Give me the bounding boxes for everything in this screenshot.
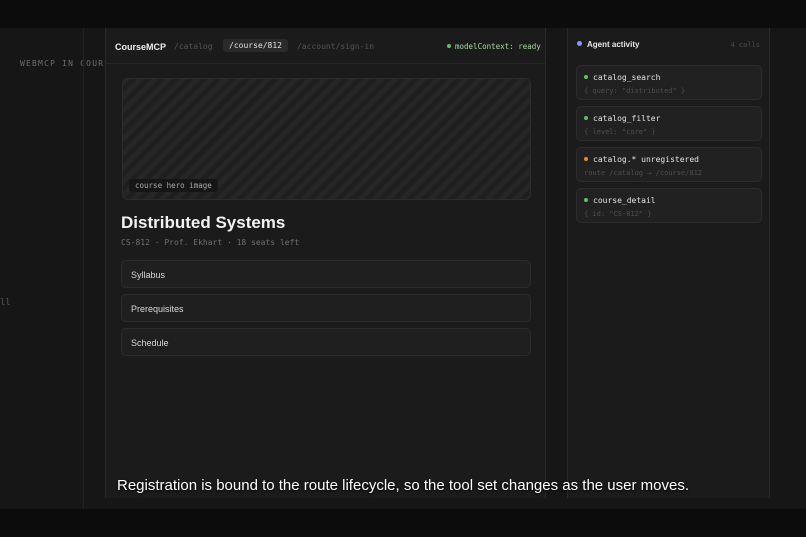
agent-activity-panel: Agent activity 4 calls catalog_search { … xyxy=(567,28,770,498)
panel-title-text: Agent activity xyxy=(587,40,640,49)
video-caption: Registration is bound to the route lifec… xyxy=(117,477,689,494)
tool-call-item[interactable]: catalog.* unregistered route /catalog → … xyxy=(576,147,762,182)
activity-dot-icon xyxy=(577,41,582,46)
brand-logo[interactable]: CourseMCP xyxy=(115,42,166,52)
status-dot-icon xyxy=(584,116,588,120)
call-count: 4 calls xyxy=(730,41,760,49)
course-meta: CS-812 · Prof. Ekhart · 18 seats left xyxy=(121,238,300,247)
hero-image-label: course hero image xyxy=(129,179,218,192)
tool-call-name: catalog_filter xyxy=(593,114,661,123)
panel-title: Agent activity xyxy=(577,40,639,49)
app-window: CourseMCP /catalog /course/812 /account/… xyxy=(105,28,546,498)
letterbox-top xyxy=(0,0,806,28)
status-dot-icon xyxy=(447,44,451,48)
section-schedule[interactable]: Schedule xyxy=(121,328,531,356)
divider xyxy=(83,28,84,509)
tool-call-name: course_detail xyxy=(593,196,656,205)
status-dot-icon xyxy=(584,198,588,202)
tool-call-item[interactable]: catalog_filter { level: "core" } xyxy=(576,106,762,141)
section-prerequisites[interactable]: Prerequisites xyxy=(121,294,531,322)
section-label: Syllabus xyxy=(131,270,166,280)
tool-call-args: { id: "CS-812" } xyxy=(584,210,652,218)
course-title: Distributed Systems xyxy=(121,213,286,232)
nav-route-sign-in[interactable]: /account/sign-in xyxy=(297,42,374,51)
nav-route-course[interactable]: /course/812 xyxy=(223,39,288,52)
section-syllabus[interactable]: Syllabus xyxy=(121,260,531,288)
warning-dot-icon xyxy=(584,157,588,161)
section-label: Schedule xyxy=(131,338,169,348)
section-label: Prerequisites xyxy=(131,304,184,314)
tool-call-args: { level: "core" } xyxy=(584,128,656,136)
tool-call-args: { query: "distributed" } xyxy=(584,87,686,95)
tool-call-name: catalog_search xyxy=(593,73,661,82)
letterbox-bottom xyxy=(0,509,806,537)
tool-call-name: catalog.* unregistered xyxy=(593,155,699,164)
model-context-status: modelContext: ready xyxy=(447,42,541,51)
tool-call-args: route /catalog → /course/812 xyxy=(584,169,703,177)
nav-route-catalog[interactable]: /catalog xyxy=(174,42,213,51)
model-context-status-text: modelContext: ready xyxy=(455,42,541,51)
tool-call-item[interactable]: course_detail { id: "CS-812" } xyxy=(576,188,762,223)
tool-call-item[interactable]: catalog_search { query: "distributed" } xyxy=(576,65,762,100)
status-dot-icon xyxy=(584,75,588,79)
course-hero-image: course hero image xyxy=(122,78,531,200)
top-nav: CourseMCP /catalog /course/812 /account/… xyxy=(106,28,545,64)
offscreen-text-fragment: ll xyxy=(0,298,11,308)
video-stage: WEBMCP IN COURSEMCP ll CourseMCP /catalo… xyxy=(0,28,806,509)
